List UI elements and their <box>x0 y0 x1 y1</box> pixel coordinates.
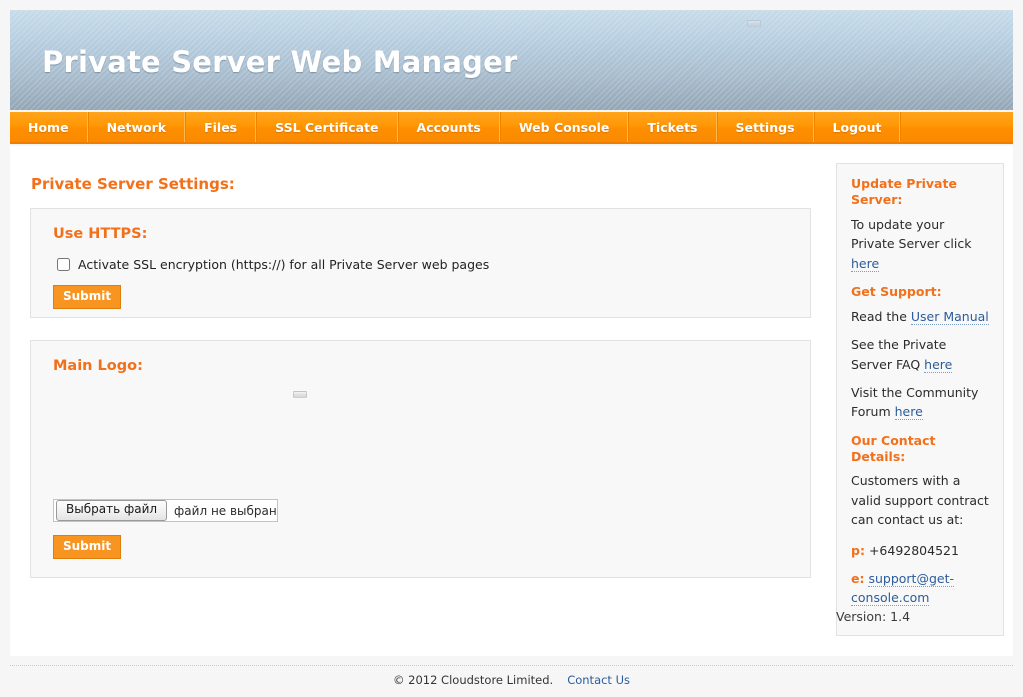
nav-item-home[interactable]: Home <box>10 112 88 142</box>
app-title: Private Server Web Manager <box>42 45 518 79</box>
broken-image-icon <box>293 391 307 398</box>
support-heading: Get Support: <box>851 283 942 299</box>
update-text-body: To update your Private Server click <box>851 216 972 252</box>
main-navigation: Home Network Files SSL Certificate Accou… <box>10 112 1013 144</box>
support-email-link[interactable]: support@get-console.com <box>851 570 954 607</box>
broken-image-icon <box>747 20 761 27</box>
email-label: e: <box>851 570 865 586</box>
email-row: e: support@get-console.com <box>851 569 989 608</box>
phone-row: p: +6492804521 <box>851 541 989 560</box>
logo-panel-title: Main Logo: <box>53 358 143 374</box>
page-footer: © 2012 Cloudstore Limited. Contact Us <box>0 673 1023 687</box>
nav-item-settings[interactable]: Settings <box>716 112 814 142</box>
footer-divider <box>10 665 1013 666</box>
nav-item-tickets[interactable]: Tickets <box>628 112 717 142</box>
user-manual-link[interactable]: User Manual <box>910 308 989 325</box>
https-submit-button[interactable]: Submit <box>53 285 122 310</box>
https-settings-panel: Use HTTPS: Activate SSL encryption (http… <box>30 208 811 318</box>
activate-ssl-label: Activate SSL encryption (https://) for a… <box>78 257 490 272</box>
nav-item-network[interactable]: Network <box>87 112 186 142</box>
choose-file-button[interactable]: Выбрать файл <box>56 500 168 521</box>
nav-item-logout[interactable]: Logout <box>813 112 901 142</box>
https-checkbox-row[interactable]: Activate SSL encryption (https://) for a… <box>57 257 810 272</box>
version-text: Version: 1.4 <box>836 609 911 624</box>
update-here-link[interactable]: here <box>851 255 880 272</box>
file-status-text: файл не выбран <box>174 503 277 518</box>
update-heading: Update Private Server: <box>851 176 957 207</box>
https-panel-title: Use HTTPS: <box>53 226 148 242</box>
content-area: Private Server Settings: Use HTTPS: Acti… <box>10 146 1013 656</box>
page-header: Private Server Web Manager <box>10 10 1013 110</box>
nav-filler <box>900 112 1013 142</box>
faq-text: See the Private Server FAQ here <box>851 335 989 374</box>
info-sidebar: Update Private Server: To update your Pr… <box>836 163 1004 636</box>
phone-value: +6492804521 <box>868 542 959 558</box>
nav-item-files[interactable]: Files <box>185 112 257 142</box>
logo-preview-area <box>31 374 810 499</box>
page-title: Private Server Settings: <box>31 175 235 193</box>
forum-text: Visit the Community Forum here <box>851 383 989 422</box>
contact-text: Customers with a valid support contract … <box>851 473 989 528</box>
nav-item-accounts[interactable]: Accounts <box>397 112 500 142</box>
contact-us-link[interactable]: Contact Us <box>567 673 630 687</box>
nav-item-ssl-certificate[interactable]: SSL Certificate <box>256 112 398 142</box>
manual-text: Read the User Manual <box>851 307 989 326</box>
contact-heading: Our Contact Details: <box>851 432 936 464</box>
faq-here-link[interactable]: here <box>924 356 953 373</box>
forum-here-link[interactable]: here <box>894 404 923 421</box>
nav-item-web-console[interactable]: Web Console <box>499 112 629 142</box>
manual-text-body: Read the <box>851 308 911 324</box>
logo-submit-button[interactable]: Submit <box>53 535 122 560</box>
update-text: To update your Private Server click here <box>851 215 989 273</box>
activate-ssl-checkbox[interactable] <box>57 258 70 271</box>
phone-label: p: <box>851 542 865 558</box>
copyright-text: © 2012 Cloudstore Limited. <box>392 673 554 687</box>
app-page: Private Server Web Manager Home Network … <box>0 0 1023 697</box>
logo-file-input[interactable]: Выбрать файл файл не выбран <box>53 499 278 522</box>
main-logo-panel: Main Logo: Выбрать файл файл не выбран S… <box>30 340 811 578</box>
